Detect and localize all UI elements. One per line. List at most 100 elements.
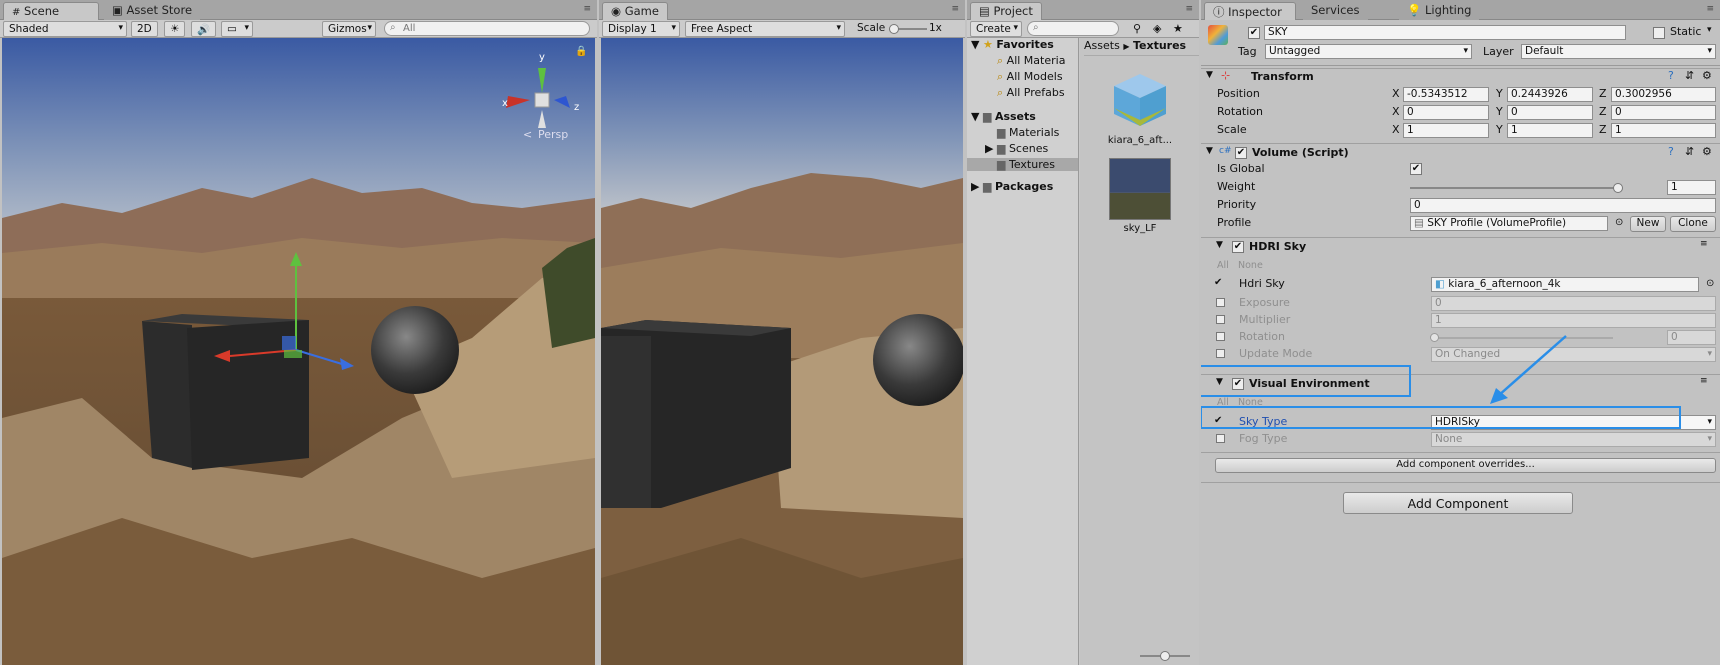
tab-lighting[interactable]: 💡 Lighting: [1399, 2, 1480, 20]
gizmos-dropdown[interactable]: Gizmos ▾: [322, 21, 376, 37]
folder-scenes[interactable]: ▶ ▆ Scenes: [985, 142, 1048, 155]
tag-dropdown[interactable]: Untagged ▾: [1265, 44, 1472, 59]
game-viewport[interactable]: [601, 38, 963, 665]
hdri-sky-override-check[interactable]: ✔: [1214, 277, 1222, 288]
static-checkbox[interactable]: [1653, 27, 1665, 39]
multiplier-override-checkbox[interactable]: [1216, 315, 1225, 324]
menu-icon[interactable]: ≡: [1700, 376, 1708, 386]
packages-item[interactable]: ▶ ▆ Packages: [971, 180, 1053, 193]
aspect-dropdown[interactable]: Free Aspect ▾: [685, 21, 845, 37]
update-mode-override-checkbox[interactable]: [1216, 349, 1225, 358]
favorite-star-icon[interactable]: ★: [1173, 22, 1183, 35]
transform-component: ▼ ⊹ Transform ? ⇵ ⚙ Position X -0.534351…: [1201, 68, 1720, 140]
profile-field[interactable]: ▤ SKY Profile (VolumeProfile): [1410, 216, 1608, 231]
shading-dropdown[interactable]: Shaded ▾: [3, 21, 127, 37]
clone-profile-button[interactable]: Clone: [1670, 216, 1716, 232]
project-search-input[interactable]: ⌕: [1027, 21, 1119, 36]
exposure-row: Exposure 0: [1201, 295, 1720, 313]
help-icon[interactable]: ?: [1668, 69, 1674, 82]
rotation-x-field[interactable]: 0: [1403, 105, 1489, 120]
tag-label: Tag: [1238, 45, 1257, 58]
display-dropdown[interactable]: Display 1 ▾: [602, 21, 680, 37]
weight-field[interactable]: 1: [1667, 180, 1716, 195]
gear-icon[interactable]: ⚙: [1702, 145, 1712, 158]
hdri-none-toggle[interactable]: None: [1238, 260, 1263, 271]
menu-icon[interactable]: ≡: [1700, 239, 1708, 249]
scale-value: 1x: [929, 22, 942, 34]
panel-menu-icon[interactable]: ≡: [583, 4, 591, 14]
folder-textures[interactable]: ▆ Textures: [967, 158, 1078, 171]
tab-project[interactable]: ▤ Project: [970, 2, 1042, 20]
zoom-slider[interactable]: [1140, 651, 1190, 661]
fog-type-override-checkbox[interactable]: [1216, 434, 1225, 443]
assets-item[interactable]: ▼ ▆ Assets: [971, 110, 1036, 123]
help-icon[interactable]: ?: [1668, 145, 1674, 158]
scale-z-field[interactable]: 1: [1611, 123, 1716, 138]
rotation-row: Rotation 0: [1201, 329, 1720, 347]
scale-y-field[interactable]: 1: [1507, 123, 1593, 138]
folder-materials[interactable]: ▆ Materials: [997, 126, 1059, 139]
scene-search-input[interactable]: ⌕ All: [384, 21, 590, 36]
chevron-down-icon[interactable]: ▾: [1707, 25, 1712, 35]
preset-icon[interactable]: ⇵: [1685, 69, 1694, 82]
fav-item-prefabs[interactable]: ⌕ All Prefabs: [997, 86, 1065, 100]
add-component-overrides-button[interactable]: Add component overrides...: [1215, 458, 1716, 473]
scale-x-field[interactable]: 1: [1403, 123, 1489, 138]
multiplier-field[interactable]: 1: [1431, 313, 1716, 328]
effects-dropdown-icon[interactable]: ▭ ▾: [221, 21, 253, 37]
volume-enabled-checkbox[interactable]: ✔: [1235, 147, 1247, 159]
priority-field[interactable]: 0: [1410, 198, 1716, 213]
tab-asset-store[interactable]: ▣ Asset Store: [104, 2, 201, 20]
favorites-item[interactable]: ▼ ★ Favorites: [971, 38, 1054, 51]
2d-toggle[interactable]: 2D: [131, 21, 158, 37]
exposure-field[interactable]: 0: [1431, 296, 1716, 311]
search-icon: ⌕: [997, 86, 1004, 99]
add-component-button[interactable]: Add Component: [1343, 492, 1573, 514]
position-x-field[interactable]: -0.5343512: [1403, 87, 1489, 102]
panel-menu-icon[interactable]: ≡: [951, 4, 959, 14]
tab-services[interactable]: Services: [1303, 2, 1368, 20]
tab-inspector[interactable]: ⓘ Inspector: [1204, 2, 1296, 20]
foldout-arrow-icon[interactable]: ▼: [1216, 240, 1223, 250]
new-profile-button[interactable]: New: [1630, 216, 1666, 232]
fog-type-dropdown[interactable]: None ▾: [1431, 432, 1716, 447]
weight-slider[interactable]: [1410, 183, 1623, 193]
position-z-field[interactable]: 0.3002956: [1611, 87, 1716, 102]
tab-game[interactable]: ◉ Game: [602, 2, 668, 20]
rotation-override-checkbox[interactable]: [1216, 332, 1225, 341]
exposure-override-checkbox[interactable]: [1216, 298, 1225, 307]
hdri-all-toggle[interactable]: All: [1217, 260, 1229, 271]
preset-icon[interactable]: ⇵: [1685, 145, 1694, 158]
hdri-sky-field[interactable]: ◧ kiara_6_afternoon_4k: [1431, 277, 1699, 292]
fav-item-models[interactable]: ⌕ All Models: [997, 70, 1063, 84]
position-y-field[interactable]: 0.2443926: [1507, 87, 1593, 102]
filter-type-icon[interactable]: ⚲: [1133, 22, 1141, 35]
object-picker-icon[interactable]: ⊙: [1706, 278, 1714, 289]
panel-menu-icon[interactable]: ≡: [1706, 4, 1714, 14]
gear-icon[interactable]: ⚙: [1702, 69, 1712, 82]
create-dropdown[interactable]: Create ▾: [970, 21, 1022, 37]
foldout-arrow-icon[interactable]: ▼: [1206, 146, 1213, 156]
audio-toggle-icon[interactable]: 🔊: [191, 21, 217, 37]
chevron-right-icon: ▶: [1123, 42, 1130, 51]
object-picker-icon[interactable]: ⊙: [1615, 217, 1623, 228]
hdri-sky-enabled-checkbox[interactable]: ✔: [1232, 241, 1244, 253]
panel-menu-icon[interactable]: ≡: [1185, 4, 1193, 14]
fav-item-materials[interactable]: ⌕ All Materia: [997, 54, 1065, 68]
asset-tile-kiara[interactable]: kiara_6_aft...: [1100, 70, 1180, 146]
tab-scene[interactable]: # Scene: [3, 2, 99, 20]
lighting-toggle-icon[interactable]: ☀: [164, 21, 186, 37]
asset-tile-sky-lf[interactable]: sky_LF: [1100, 158, 1180, 234]
rotation-y-field[interactable]: 0: [1507, 105, 1593, 120]
project-panel: ▤ Project ≡ Create ▾ ⌕ ⚲ ◈ ★ ▼ ★ Favorite…: [967, 0, 1199, 665]
is-global-checkbox[interactable]: ✔: [1410, 163, 1422, 175]
layer-dropdown[interactable]: Default ▾: [1521, 44, 1716, 59]
foldout-arrow-icon[interactable]: ▼: [1206, 70, 1213, 80]
active-checkbox[interactable]: ✔: [1248, 27, 1260, 39]
object-name-field[interactable]: SKY: [1264, 25, 1626, 40]
scene-viewport[interactable]: y x z Persp < 🔒: [2, 38, 595, 665]
rotation-field[interactable]: 0: [1667, 330, 1716, 345]
scale-slider[interactable]: [889, 24, 927, 34]
filter-label-icon[interactable]: ◈: [1153, 22, 1161, 35]
rotation-z-field[interactable]: 0: [1611, 105, 1716, 120]
